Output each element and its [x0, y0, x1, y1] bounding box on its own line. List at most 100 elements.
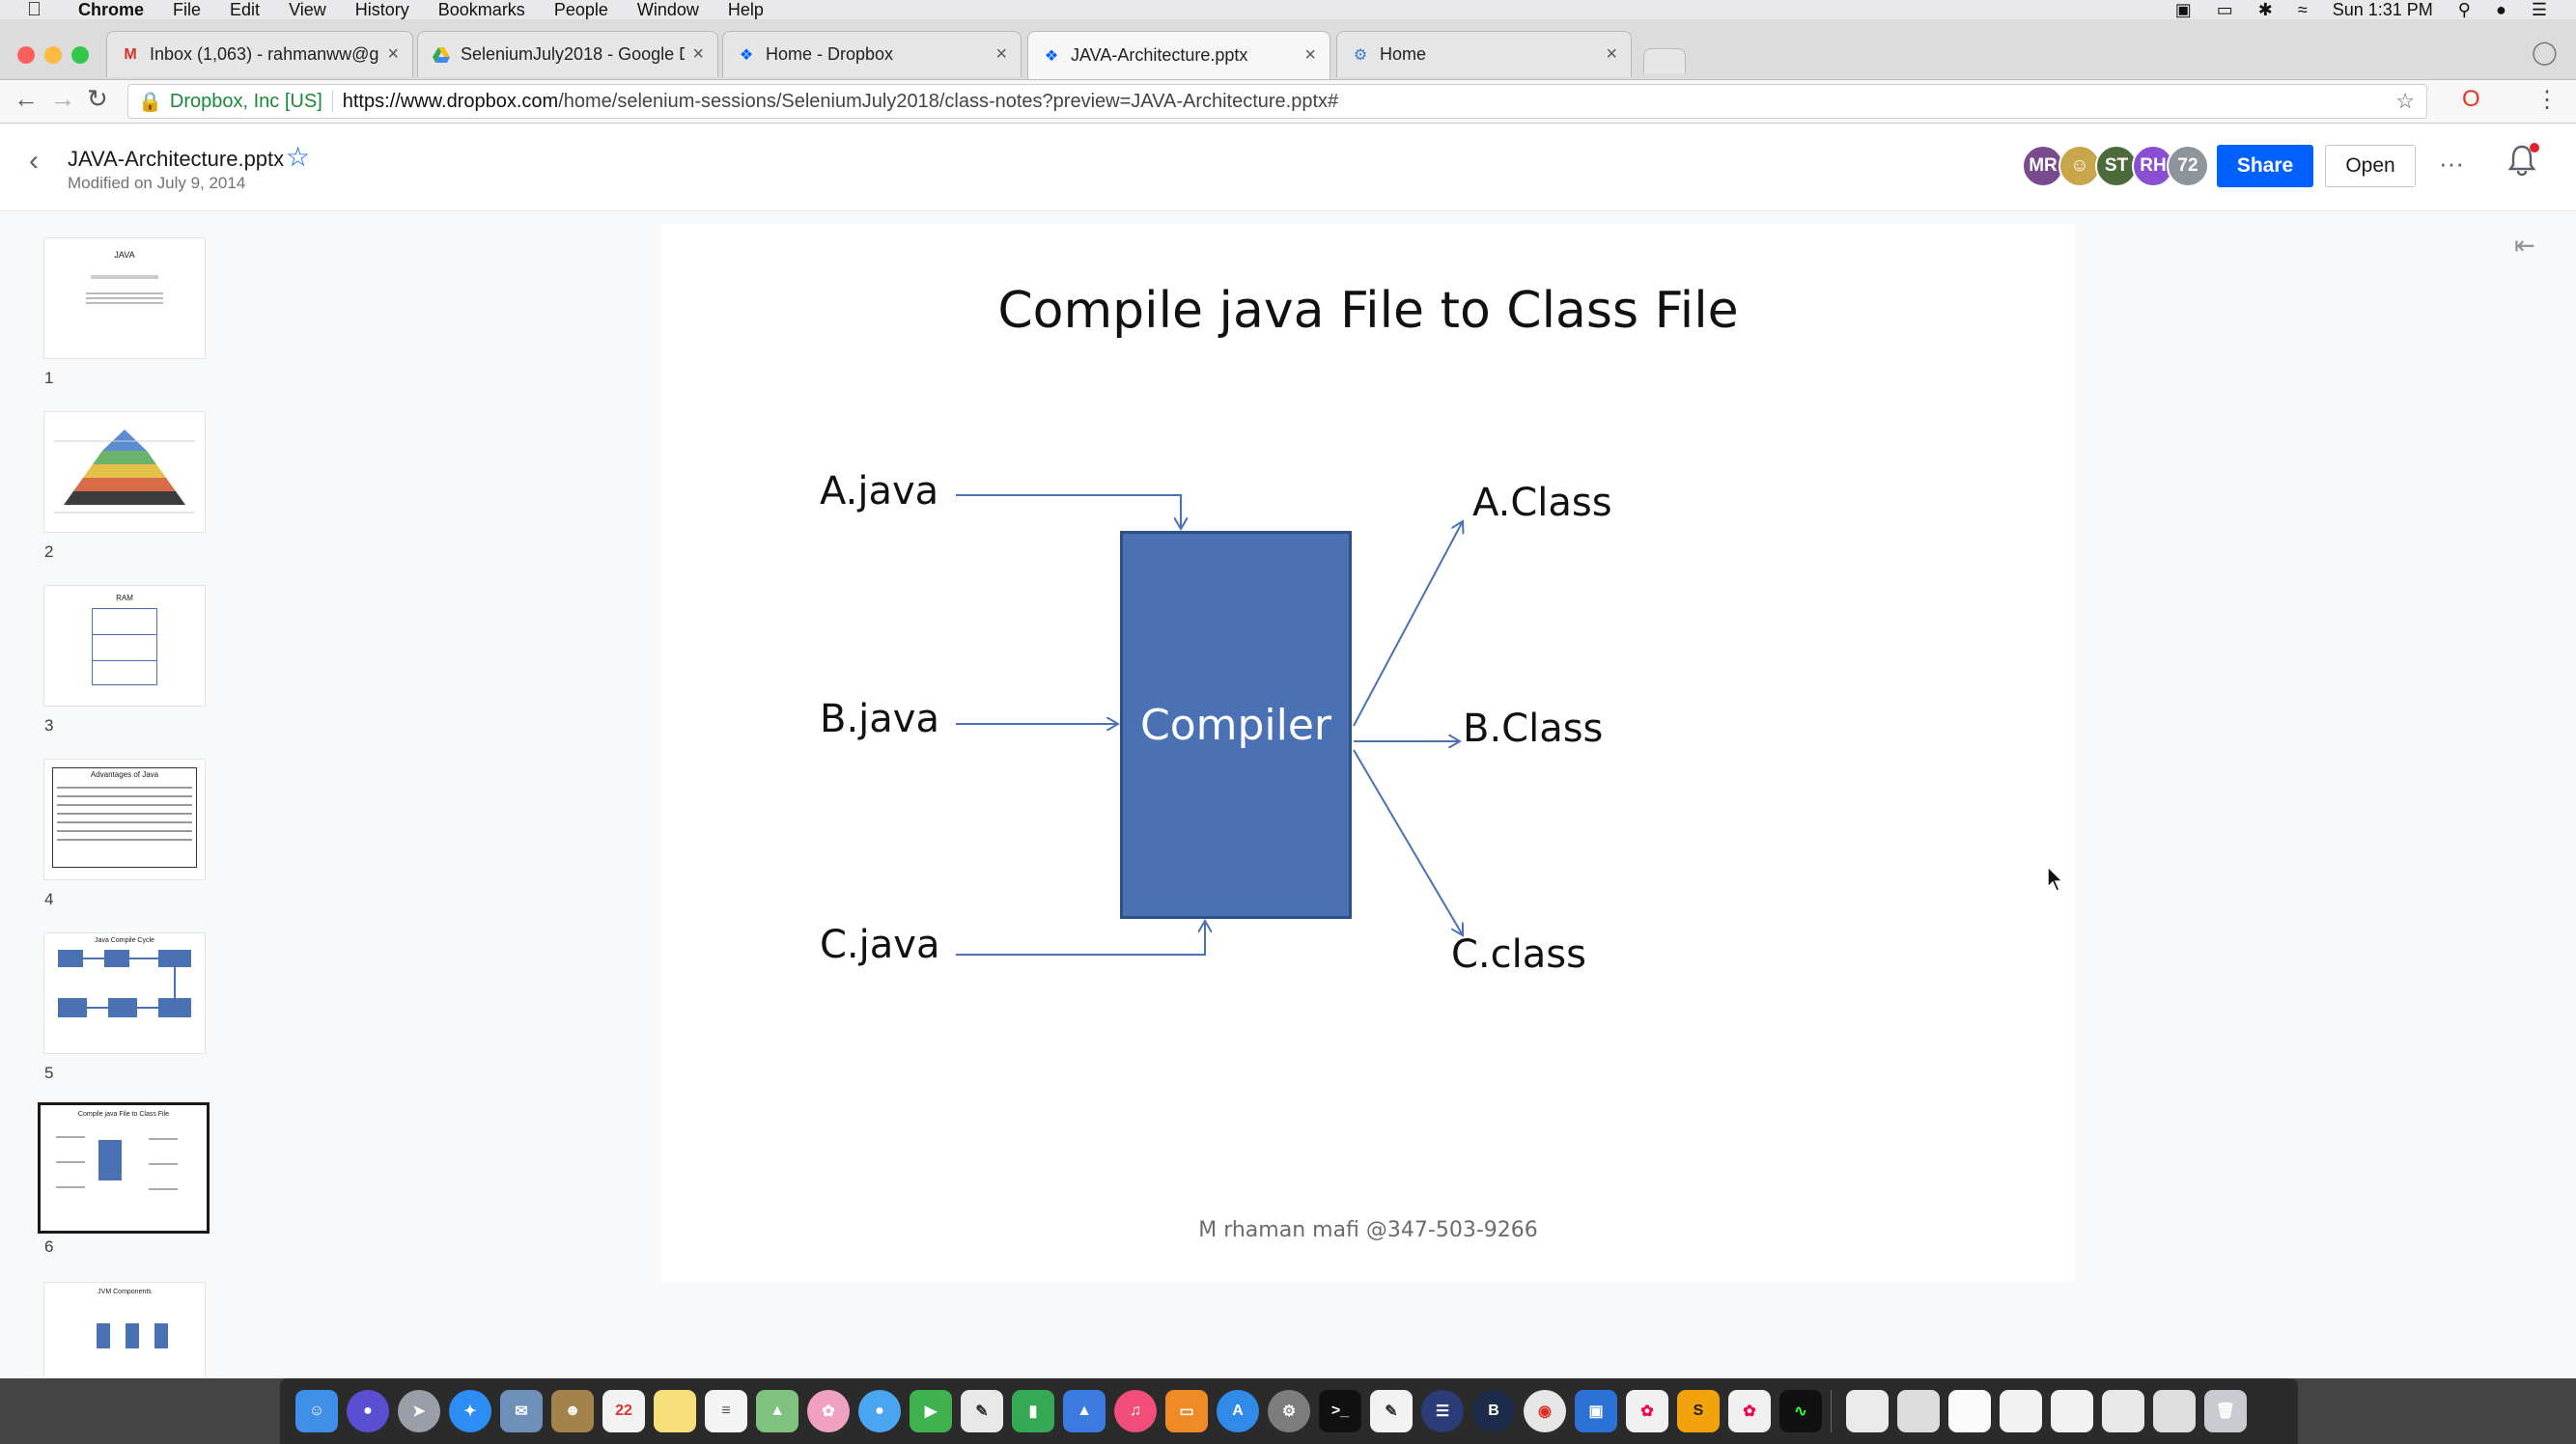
tab-gmail[interactable]: M Inbox (1,063) - rahmanww@gr ×	[106, 31, 413, 77]
menu-app-name[interactable]: Chrome	[78, 0, 144, 20]
photos-icon[interactable]: ✿	[807, 1390, 850, 1432]
chrome-icon[interactable]: ◉	[1524, 1390, 1566, 1432]
menu-file[interactable]: File	[173, 0, 201, 20]
tab-google-drive[interactable]: SeleniumJuly2018 - Google Dr ×	[417, 31, 718, 77]
slide-footer: M rhaman mafi @347-503-9266	[1198, 1218, 1538, 1242]
maps-icon[interactable]: ▲	[756, 1390, 798, 1432]
close-tab-icon[interactable]: ×	[692, 43, 704, 66]
profile-icon[interactable]: ◯	[2532, 39, 2558, 67]
window-thumbnail-2[interactable]	[2000, 1390, 2042, 1432]
tab-home[interactable]: ⚙ Home ×	[1336, 31, 1632, 77]
url-host: https://www.dropbox.com	[342, 90, 559, 112]
menu-view[interactable]: View	[289, 0, 326, 20]
tab-title: Home	[1380, 44, 1427, 64]
close-window-button[interactable]	[17, 46, 35, 64]
slide-thumbnail-panel[interactable]: JAVA 1 2 RAM 3 Advantages of Java 4 Java…	[0, 211, 241, 1377]
screen-mirror-icon[interactable]: ▣	[2175, 0, 2192, 20]
menu-window[interactable]: Window	[637, 0, 699, 20]
eclipse-icon[interactable]: ☰	[1421, 1390, 1464, 1432]
wifi-icon[interactable]: ≈	[2298, 0, 2308, 20]
pages-icon[interactable]: ✎	[961, 1390, 1003, 1432]
messages-icon[interactable]: ●	[858, 1390, 901, 1432]
opera-extension-icon[interactable]: O	[2462, 86, 2480, 113]
flower-app-icon-2[interactable]: ✿	[1728, 1390, 1771, 1432]
airplay-icon[interactable]: ▭	[2217, 0, 2233, 20]
menu-edit[interactable]: Edit	[230, 0, 260, 20]
slide-thumbnail[interactable]: RAM	[44, 586, 205, 706]
back-arrow-icon[interactable]: ←	[14, 84, 39, 114]
siri-icon[interactable]: ●	[347, 1390, 389, 1432]
reminders-icon[interactable]: ≡	[705, 1390, 747, 1432]
contacts-icon[interactable]: ☻	[551, 1390, 594, 1432]
minimize-window-button[interactable]	[44, 46, 62, 64]
window-thumbnail-5[interactable]	[2153, 1390, 2196, 1432]
launchpad-icon[interactable]: ➤	[398, 1390, 440, 1432]
close-tab-icon[interactable]: ×	[995, 43, 1007, 66]
itunes-icon[interactable]: ♫	[1114, 1390, 1157, 1432]
site-identity[interactable]: Dropbox, Inc [US]	[170, 91, 322, 113]
calendar-icon[interactable]: 22	[602, 1390, 645, 1432]
avatar-more-count[interactable]: 72	[2167, 145, 2209, 187]
flower-app-icon[interactable]: ✿	[1626, 1390, 1668, 1432]
back-chevron-icon[interactable]: ‹	[29, 145, 39, 178]
siri-icon[interactable]: ●	[2496, 0, 2506, 20]
bluetooth-icon[interactable]: ✱	[2258, 0, 2273, 20]
keynote-icon[interactable]: ▲	[1063, 1390, 1106, 1432]
textedit-icon[interactable]: ✎	[1370, 1390, 1413, 1432]
menu-history[interactable]: History	[355, 0, 409, 20]
reload-icon[interactable]: ↻	[87, 84, 108, 114]
numbers-icon[interactable]: ▮	[1012, 1390, 1054, 1432]
menu-people[interactable]: People	[554, 0, 608, 20]
facetime-icon[interactable]: ▶	[910, 1390, 952, 1432]
clock[interactable]: Sun 1:31 PM	[2333, 0, 2433, 20]
menu-bookmarks[interactable]: Bookmarks	[438, 0, 525, 20]
window-thumbnail-4[interactable]	[2102, 1390, 2144, 1432]
collapse-panel-icon[interactable]: ⇤	[2514, 231, 2535, 261]
window-thumbnail-3[interactable]	[2051, 1390, 2093, 1432]
tab-dropbox-home[interactable]: ❖ Home - Dropbox ×	[722, 31, 1022, 77]
menu-help[interactable]: Help	[728, 0, 764, 20]
thumb-number: 5	[44, 1064, 54, 1082]
tab-java-architecture[interactable]: ❖ JAVA-Architecture.pptx ×	[1027, 31, 1330, 79]
sublime-text-icon[interactable]: S	[1677, 1390, 1720, 1432]
bookmark-star-icon[interactable]: ☆	[2395, 89, 2415, 114]
close-tab-icon[interactable]: ×	[1606, 43, 1617, 66]
bbedit-icon[interactable]: B	[1472, 1390, 1515, 1432]
notes-icon[interactable]	[654, 1390, 696, 1432]
open-button[interactable]: Open	[2325, 145, 2416, 187]
apple-icon[interactable]: 	[27, 0, 42, 21]
star-icon[interactable]: ☆	[286, 141, 310, 173]
notification-center-icon[interactable]: ☰	[2532, 0, 2547, 20]
slide-thumbnail[interactable]	[44, 412, 205, 532]
url-path: /home/selenium-sessions/SeleniumJuly2018…	[558, 90, 1339, 112]
close-tab-icon[interactable]: ×	[1304, 44, 1316, 67]
terminal-icon[interactable]: >_	[1319, 1390, 1361, 1432]
spotlight-search-icon[interactable]: ⚲	[2458, 0, 2471, 20]
close-tab-icon[interactable]: ×	[387, 43, 399, 66]
window-thumbnail-1[interactable]	[1948, 1390, 1991, 1432]
app-store-icon[interactable]: A	[1217, 1390, 1259, 1432]
system-preferences-icon[interactable]: ⚙	[1268, 1390, 1310, 1432]
downloads-stack-icon[interactable]	[1897, 1390, 1940, 1432]
finder-icon[interactable]: ☺	[295, 1390, 338, 1432]
address-bar[interactable]: 🔒 Dropbox, Inc [US] https://www.dropbox.…	[127, 84, 2427, 119]
activity-monitor-icon[interactable]: ∿	[1779, 1390, 1822, 1432]
new-tab-button[interactable]	[1643, 48, 1686, 73]
browser-menu-icon[interactable]: ⋮	[2535, 86, 2559, 114]
url-text[interactable]: https://www.dropbox.com/home/selenium-se…	[343, 91, 1338, 113]
zoom-window-button[interactable]	[71, 46, 89, 64]
mail-icon[interactable]: ✉	[500, 1390, 543, 1432]
share-button[interactable]: Share	[2217, 145, 2313, 187]
remote-desktop-icon[interactable]: ▣	[1575, 1390, 1617, 1432]
document-stack-icon[interactable]	[1846, 1390, 1889, 1432]
slide-thumbnail-active[interactable]: Compile java File to Class File	[41, 1105, 207, 1231]
safari-icon[interactable]: ✦	[449, 1390, 491, 1432]
trash-icon[interactable]: 🗑	[2204, 1390, 2247, 1432]
more-options-button[interactable]: ···	[2439, 149, 2464, 179]
slide-thumbnail[interactable]: Advantages of Java	[44, 760, 205, 879]
ibooks-icon[interactable]: ▭	[1165, 1390, 1208, 1432]
slide-thumbnail[interactable]: Java Compile Cycle	[44, 933, 205, 1053]
slide-thumbnail[interactable]: JAVA	[44, 238, 205, 358]
slide-thumbnail[interactable]: JVM Components	[44, 1283, 205, 1377]
forward-arrow-icon[interactable]: →	[50, 84, 75, 114]
